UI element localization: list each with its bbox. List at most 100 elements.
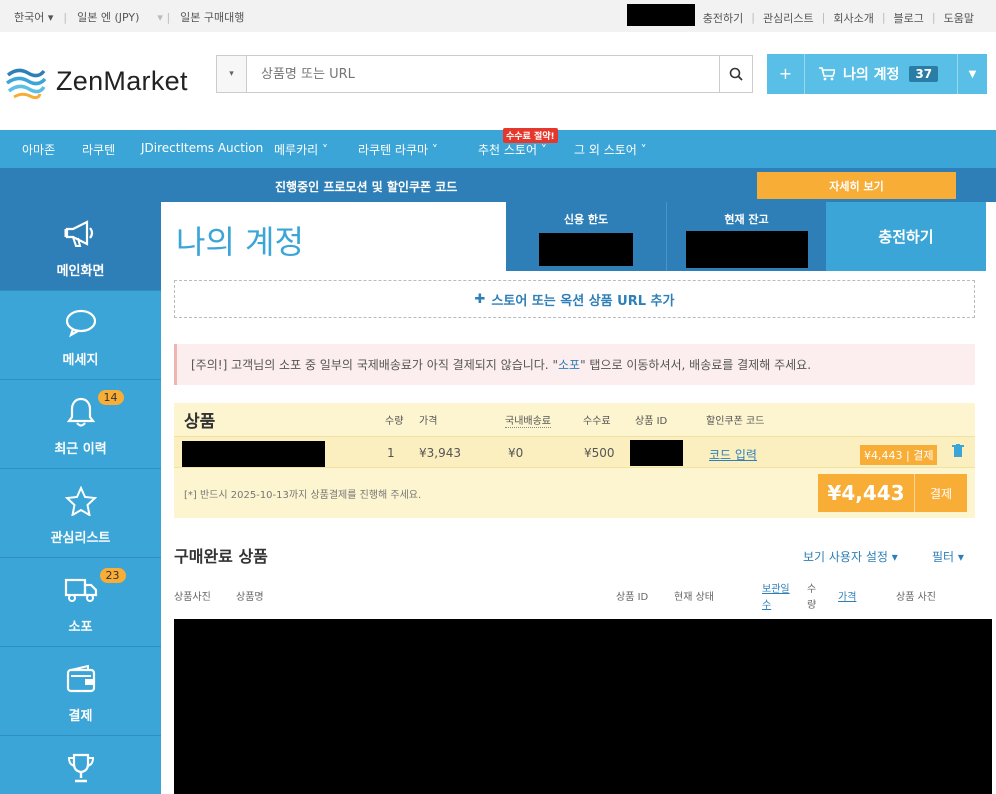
sidebar-item-home[interactable]: 메인화면 (0, 202, 161, 291)
nav-item-jdirectitems[interactable]: JDirectItems Auction (141, 141, 263, 155)
credit-limit-value-redacted (539, 233, 633, 266)
language-label: 한국어 (14, 11, 45, 24)
nav-item-mercari[interactable]: 메루카리 ˅ (274, 141, 328, 158)
credit-limit-panel: 신용 한도 (506, 202, 666, 271)
sidebar-item-label: 최근 이력 (54, 442, 107, 457)
divider: | (931, 11, 936, 24)
nav-item-recommended[interactable]: 추천 스토어 ˅ (478, 141, 547, 158)
col-qty: 량 (807, 600, 817, 611)
row-domestic-shipping: ¥0 (508, 446, 524, 460)
sidebar-item-messages[interactable]: 메세지 (0, 291, 161, 380)
col-storage-days[interactable]: 보관일 (762, 580, 790, 595)
account-dropdown-button[interactable]: ▼ (957, 54, 987, 94)
item-id-redacted (630, 440, 683, 466)
completed-section-title: 구매완료 상품 (174, 547, 268, 566)
top-bar: 한국어 ▾ | 일본 엔 (JPY) ▾ | 일본 구매대행 충전하기 | 관심리… (0, 0, 996, 32)
page-title: 나의 계정 (176, 223, 304, 261)
sidebar-item-history[interactable]: 14 최근 이력 (0, 380, 161, 469)
fee-saving-badge: 수수료 절약! (503, 128, 558, 143)
sidebar-item-payment[interactable]: 결제 (0, 647, 161, 736)
payment-notice: [주의!] 고객님의 소포 중 일부의 국제배송료가 아직 결제되지 않습니다.… (174, 344, 975, 385)
currency-label: 일본 엔 (JPY) (77, 11, 140, 24)
store-nav: 아마존 라쿠텐 JDirectItems Auction 메루카리 ˅ 라쿠텐 … (0, 130, 996, 168)
topbar-link-about[interactable]: 회사소개 (833, 10, 873, 26)
balance-label: 현재 잔고 (724, 213, 769, 226)
sidebar-item-wishlist[interactable]: 관심리스트 (0, 469, 161, 558)
filter-label: 필터 (932, 550, 955, 564)
col-status: 현재 상태 (674, 592, 714, 603)
divider: | (63, 10, 68, 24)
col-storage-days[interactable]: 수 (762, 596, 771, 611)
sidebar-item-label: 메세지 (62, 353, 99, 368)
view-settings-dropdown[interactable]: 보기 사용자 설정 ▾ (803, 548, 898, 565)
col-item-id: 상품 ID (635, 416, 668, 427)
search-icon (729, 67, 743, 81)
logo[interactable]: ZenMarket (4, 59, 188, 103)
promo-details-button[interactable]: 자세히 보기 (757, 172, 956, 199)
sidebar-item-parcels[interactable]: 23 소포 (0, 558, 161, 647)
topbar-link-help[interactable]: 도움말 (944, 10, 974, 26)
search-input[interactable] (246, 55, 720, 93)
divider: ▾ | (157, 10, 171, 24)
nav-item-other-stores[interactable]: 그 외 스토어 ˅ (574, 141, 647, 158)
col-price[interactable]: 가격 (838, 588, 856, 603)
notice-parcels-link[interactable]: 소포 (558, 358, 580, 372)
megaphone-icon (64, 220, 93, 247)
sidebar-item-label: 결제 (68, 709, 93, 724)
topbar-link-blog[interactable]: 블로그 (894, 10, 924, 26)
nav-item-rakuma[interactable]: 라쿠텐 라쿠마 ˅ (358, 141, 438, 158)
col-item-id: 상품 ID (616, 592, 649, 603)
language-select[interactable]: 한국어 ▾ (14, 9, 53, 25)
nav-item-amazon[interactable]: 아마존 (22, 141, 55, 158)
my-account-button[interactable]: 나의 계정 37 (805, 64, 957, 84)
trash-icon[interactable] (952, 444, 964, 461)
currency-select[interactable]: 일본 엔 (JPY) (77, 9, 139, 25)
row-pay-button[interactable]: ¥4,443 | 결제 (860, 445, 938, 465)
plus-icon: ✚ (474, 291, 486, 307)
promo-text: 진행중인 프로모션 및 할인쿠폰 코드 (275, 180, 458, 194)
charge-button[interactable]: 충전하기 (826, 202, 986, 271)
col-photo: 상품사진 (174, 592, 211, 603)
nav-item-label: 추천 스토어 (478, 143, 538, 157)
divider: | (821, 11, 826, 24)
search-category-dropdown[interactable]: ▾ (216, 55, 246, 93)
history-count-badge: 14 (97, 390, 124, 405)
add-url-button[interactable]: ✚ 스토어 또는 옥션 상품 URL 추가 (174, 280, 975, 318)
add-url-label: 스토어 또는 옥션 상품 URL 추가 (491, 293, 675, 309)
wallet-icon (66, 664, 95, 693)
row-total: ¥4,443 (864, 449, 903, 462)
account-button-group: + 나의 계정 37 ▼ (767, 54, 987, 94)
add-button[interactable]: + (767, 54, 805, 94)
sidebar: 메인화면 메세지 14 최근 이력 관심리스트 23 소포 결제 (0, 202, 161, 794)
col-photo: 상품 사진 (896, 592, 936, 603)
row-qty: 1 (387, 446, 395, 460)
nav-item-label: 메루카리 (274, 143, 319, 157)
star-icon (64, 486, 97, 516)
zenmarket-logo-icon (5, 61, 47, 101)
row-pay-label: 결제 (913, 449, 934, 462)
filter-dropdown[interactable]: 필터 ▾ (932, 548, 964, 565)
sidebar-item-label: 관심리스트 (50, 531, 111, 546)
pay-label: 결제 (929, 486, 953, 501)
my-account-label: 나의 계정 (843, 67, 900, 83)
completed-items-redacted (174, 619, 992, 794)
topbar-link-wishlist[interactable]: 관심리스트 (763, 10, 814, 26)
search-button[interactable] (720, 55, 753, 93)
enter-coupon-link[interactable]: 코드 입력 (709, 446, 757, 463)
parcels-count-badge: 23 (99, 568, 126, 583)
cart-icon (819, 67, 835, 81)
divider: | (751, 11, 755, 24)
nav-item-rakuten[interactable]: 라쿠텐 (82, 141, 115, 158)
total-pay-button[interactable]: ¥4,443 결제 (818, 474, 967, 512)
col-domestic-shipping: 국내배송료 (505, 412, 551, 428)
col-coupon: 할인쿠폰 코드 (706, 416, 765, 427)
item-name-redacted (182, 441, 325, 467)
cart-count-badge: 37 (909, 66, 939, 82)
cart-row: 1 ¥3,943 ¥0 ¥500 코드 입력 ¥4,443 | 결제 (174, 436, 975, 468)
logo-text: ZenMarket (56, 65, 188, 96)
sidebar-item-label: 소포 (68, 620, 93, 635)
topbar-link-charge[interactable]: 충전하기 (703, 10, 743, 26)
sidebar-item-rewards[interactable] (0, 736, 161, 794)
balance-panel: 현재 잔고 (666, 202, 826, 271)
notice-text: " 탭으로 이동하셔서, 배송료를 결제해 주세요. (580, 358, 812, 372)
